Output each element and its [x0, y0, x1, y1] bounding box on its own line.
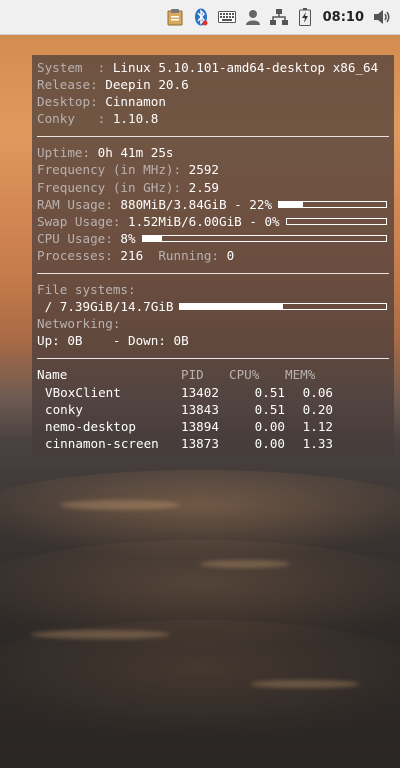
ram-bar	[278, 200, 387, 208]
col-mem-header: MEM%	[285, 367, 316, 383]
uptime-row: Uptime: 0h 41m 25s	[37, 144, 389, 161]
release-value: Deepin 20.6	[105, 77, 189, 93]
proc-mem: 0.06	[302, 384, 333, 400]
fs-root-bar-fill	[180, 304, 284, 310]
proc-cpu: 0.51	[254, 384, 285, 400]
separator	[37, 358, 389, 360]
network-icon[interactable]	[269, 7, 289, 27]
fs-root-row: / 7.39GiB/14.7GiB	[37, 298, 389, 315]
conky-version-row: Conky : 1.10.8	[37, 110, 389, 127]
swap-value: 1.52MiB/6.00GiB - 0%	[128, 213, 280, 229]
conky-version-value: 1.10.8	[112, 111, 159, 127]
swap-label: Swap Usage:	[37, 213, 128, 229]
proc-name: cinnamon-screen	[45, 435, 159, 451]
uptime-value: 0h 41m 25s	[97, 145, 174, 161]
system-value: Linux 5.10.101-amd64-desktop x86_64	[112, 60, 379, 75]
processes-label: Processes:	[37, 247, 121, 263]
clipboard-icon[interactable]	[165, 7, 185, 27]
process-table-header: Name PID CPU% MEM%	[37, 366, 389, 383]
release-row: Release: Deepin 20.6	[37, 76, 389, 93]
freq-ghz-value: 2.59	[188, 179, 219, 195]
processes-row: Processes: 216 Running: 0	[37, 247, 389, 264]
col-pid-header: PID	[181, 367, 204, 383]
ram-value: 880MiB/3.84GiB - 22%	[120, 196, 273, 212]
process-row: conky 13843 0.51 0.20	[37, 401, 389, 418]
net-up-label: Up:	[37, 333, 68, 349]
release-label: Release:	[37, 77, 106, 93]
freq-mhz-row: Frequency (in MHz): 2592	[37, 161, 389, 178]
proc-cpu: 0.51	[254, 401, 285, 417]
net-down-label: - Down:	[82, 333, 174, 349]
system-tray: 08:10	[165, 7, 400, 27]
freq-ghz-row: Frequency (in GHz): 2.59	[37, 179, 389, 196]
process-row: VBoxClient 13402 0.51 0.06	[37, 384, 389, 401]
uptime-label: Uptime:	[37, 145, 98, 161]
separator	[37, 136, 389, 138]
cpu-bar	[141, 234, 387, 242]
conky-panel: System : Linux 5.10.101-amd64-desktop x8…	[32, 55, 394, 456]
process-row: nemo-desktop 13894 0.00 1.12	[37, 418, 389, 435]
net-title: Networking:	[37, 316, 121, 332]
net-row: Up: 0B - Down: 0B	[37, 332, 389, 349]
proc-cpu: 0.00	[254, 418, 285, 434]
conky-version-label: Conky :	[37, 111, 113, 127]
fs-root-bar	[179, 303, 387, 311]
fs-root-value: / 7.39GiB/14.7GiB	[37, 299, 174, 315]
ram-label: RAM Usage:	[37, 196, 121, 212]
swap-bar	[285, 217, 387, 225]
freq-ghz-label: Frequency (in GHz):	[37, 179, 189, 195]
system-row: System : Linux 5.10.101-amd64-desktop x8…	[37, 59, 389, 76]
desktop-value: Cinnamon	[105, 94, 166, 110]
desktop-label: Desktop:	[37, 94, 106, 110]
keyboard-icon[interactable]	[217, 7, 237, 27]
fs-title: File systems:	[37, 282, 136, 298]
top-panel: 08:10	[0, 0, 400, 35]
ram-bar-fill	[279, 201, 303, 207]
running-value: 0	[226, 247, 235, 263]
bluetooth-icon[interactable]	[191, 7, 211, 27]
freq-mhz-value: 2592	[188, 162, 219, 178]
swap-row: Swap Usage: 1.52MiB/6.00GiB - 0%	[37, 213, 389, 230]
proc-pid: 13843	[181, 401, 219, 417]
ram-row: RAM Usage: 880MiB/3.84GiB - 22%	[37, 196, 389, 213]
proc-name: conky	[45, 401, 83, 417]
battery-icon[interactable]	[295, 7, 315, 27]
net-up-value: 0B	[67, 333, 83, 349]
freq-mhz-label: Frequency (in MHz):	[37, 162, 189, 178]
proc-pid: 13873	[181, 435, 219, 451]
cpu-row: CPU Usage: 8%	[37, 230, 389, 247]
proc-pid: 13894	[181, 418, 219, 434]
process-row: cinnamon-screen 13873 0.00 1.33	[37, 435, 389, 452]
proc-name: nemo-desktop	[45, 418, 136, 434]
fs-title-row: File systems:	[37, 281, 389, 298]
cpu-bar-fill	[142, 235, 163, 241]
separator	[37, 273, 389, 275]
proc-pid: 13402	[181, 384, 219, 400]
clock[interactable]: 08:10	[323, 10, 364, 25]
system-label: System :	[37, 60, 113, 75]
user-icon[interactable]	[243, 7, 263, 27]
col-name-header: Name	[37, 367, 68, 383]
cpu-value: 8%	[120, 230, 136, 246]
proc-mem: 0.20	[302, 401, 333, 417]
proc-name: VBoxClient	[45, 384, 121, 400]
desktop-row: Desktop: Cinnamon	[37, 93, 389, 110]
proc-mem: 1.12	[302, 418, 333, 434]
processes-value: 216	[120, 247, 144, 263]
proc-cpu: 0.00	[254, 435, 285, 451]
net-down-value: 0B	[173, 333, 189, 349]
col-cpu-header: CPU%	[229, 367, 260, 383]
cpu-label: CPU Usage:	[37, 230, 121, 246]
running-label: Running:	[143, 247, 227, 263]
volume-icon[interactable]	[372, 7, 392, 27]
proc-mem: 1.33	[302, 435, 333, 451]
net-title-row: Networking:	[37, 315, 389, 332]
